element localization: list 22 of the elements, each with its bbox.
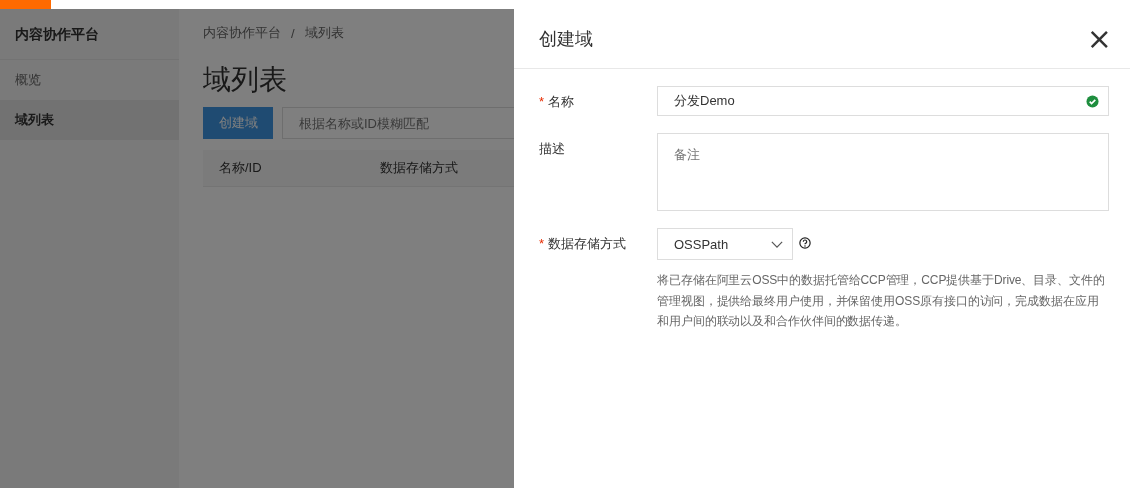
field-label: * 数据存储方式 [539, 236, 627, 251]
field-label: * 名称 [539, 94, 575, 109]
caret-icon [771, 240, 783, 248]
page-title: 域列表 [203, 65, 288, 95]
logo-block [0, 0, 51, 9]
storage-select[interactable]: OSSPath [657, 228, 793, 260]
name-field[interactable]: 分发Demo [657, 86, 1109, 116]
field-label: 描述 [539, 141, 565, 156]
column-header: 名称/ID [218, 159, 263, 177]
help-icon[interactable] [799, 237, 811, 249]
sidebar-item[interactable]: 概览 [0, 60, 179, 100]
close-button[interactable]: × [1086, 23, 1112, 54]
breadcrumb-separator: / [291, 25, 295, 41]
description-field[interactable]: 备注 [657, 133, 1109, 211]
sidebar-item[interactable]: 域列表 [0, 100, 179, 140]
sidebar-title: 内容协作平台 [0, 9, 179, 60]
breadcrumb-item[interactable]: 内容协作平台 [203, 24, 281, 42]
breadcrumb-item[interactable]: 域列表 [304, 24, 344, 42]
help-text: 将已存储在阿里云OSS中的数据托管给CCP管理，CCP提供基于Drive、目录、文件的管理视图，提供给最终用户使用，并保留使用OSS原有接口的访问，完成数据在应用和用户间的联动以及和合作伙伴间的数据传递。 [657, 272, 1106, 330]
column-header: 数据存储方式 [380, 159, 458, 177]
drawer-title: 创建域 [539, 27, 593, 51]
create-button[interactable]: 创建域 [203, 107, 273, 139]
